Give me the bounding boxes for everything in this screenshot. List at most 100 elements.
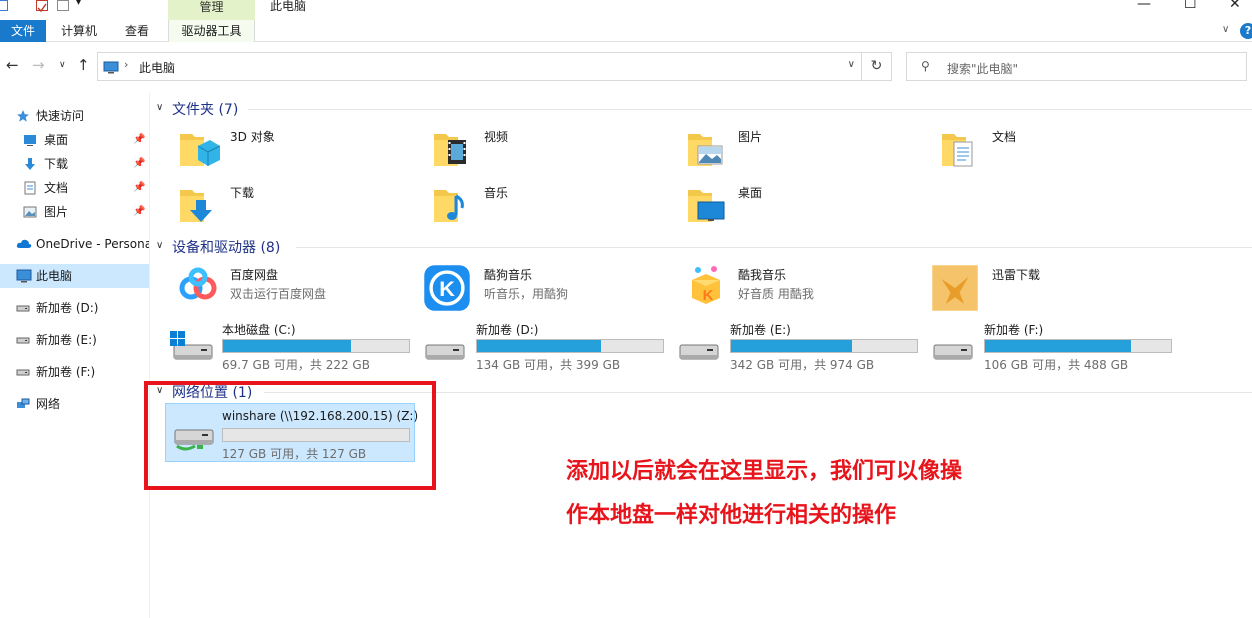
folder-desktop[interactable]: 桌面 (666, 176, 916, 230)
documents-folder-icon (942, 134, 973, 167)
search-icon: ⚲ (921, 59, 930, 73)
tab-drive-tools[interactable]: 驱动器工具 (168, 20, 255, 42)
help-icon[interactable]: ? (1240, 23, 1252, 39)
refresh-button[interactable]: ↻ (862, 52, 892, 81)
picture-icon (23, 206, 37, 218)
desktop-folder-icon (688, 190, 725, 222)
drive-c[interactable]: 本地磁盘 (C:) 69.7 GB 可用，共 222 GB (150, 319, 410, 372)
navigation-pane: 快速访问 桌面 📌 下载 📌 文档 📌 图片 📌 OneDrive - Pers… (0, 92, 150, 618)
sidebar-item-network[interactable]: 网络 (0, 392, 149, 416)
quick-access-properties-icon[interactable] (0, 0, 8, 11)
annotation-text: 添加以后就会在这里显示，我们可以像操 作本地盘一样对他进行相关的操作 (566, 450, 1066, 538)
drive-icon (679, 344, 719, 360)
desktop-icon (24, 135, 36, 146)
sidebar-item-drive-e[interactable]: 新加卷 (E:) (0, 328, 149, 352)
drive-usage-fill (223, 340, 351, 352)
videos-folder-icon (434, 134, 466, 166)
quick-access-new-folder-icon[interactable] (57, 0, 69, 11)
sidebar-item-desktop[interactable]: 桌面 📌 (0, 128, 149, 152)
sidebar-item-this-pc[interactable]: 此电脑 (0, 264, 149, 288)
group-header-label: 文件夹 (7) (172, 102, 239, 118)
manage-contextual-tab[interactable]: 管理 (168, 0, 255, 20)
breadcrumb-separator-icon[interactable]: › (124, 58, 128, 71)
app-kugou-music[interactable]: K 酷狗音乐 听音乐，用酷狗 (412, 258, 662, 312)
up-arrow-icon[interactable]: ↑ (77, 56, 90, 74)
recent-locations-chevron-icon[interactable]: ∨ (59, 60, 66, 70)
folder-music[interactable]: 音乐 (412, 176, 662, 230)
drive-icon (16, 305, 30, 312)
folder-videos[interactable]: 视频 (412, 120, 662, 174)
drive-label: 新加卷 (D:) (476, 323, 539, 337)
sidebar-item-label: 桌面 (44, 133, 69, 147)
pin-icon[interactable]: 📌 (133, 200, 145, 224)
folder-3d-objects[interactable]: 3D 对象 (158, 120, 408, 174)
tab-computer[interactable]: 计算机 (61, 20, 97, 42)
forward-arrow-icon[interactable]: → (32, 56, 45, 74)
back-arrow-icon[interactable]: ← (6, 56, 19, 74)
close-icon[interactable]: ✕ (1229, 0, 1241, 12)
drive-free-space: 69.7 GB 可用，共 222 GB (222, 358, 370, 372)
group-header-folders[interactable]: ∨ 文件夹 (7) (156, 99, 1252, 119)
sidebar-item-drive-f[interactable]: 新加卷 (F:) (0, 360, 149, 384)
xunlei-download-icon (932, 265, 978, 311)
window-title: 此电脑 (270, 0, 307, 13)
quick-access-checkmark-icon[interactable] (36, 0, 48, 13)
tab-view[interactable]: 查看 (125, 20, 149, 42)
sidebar-item-quick-access[interactable]: 快速访问 (0, 104, 149, 128)
address-dropdown-icon[interactable]: ∨ (848, 59, 855, 70)
sidebar-item-label: 新加卷 (F:) (36, 365, 96, 379)
drive-usage-bar (730, 339, 918, 353)
collapse-chevron-icon[interactable]: ∨ (156, 240, 163, 251)
3d-objects-folder-icon (180, 134, 220, 166)
sidebar-item-documents[interactable]: 文档 📌 (0, 176, 149, 200)
tab-file[interactable]: 文件 (0, 20, 46, 42)
folder-pictures[interactable]: 图片 (666, 120, 916, 174)
drive-usage-bar (984, 339, 1172, 353)
annotation-line-1: 添加以后就会在这里显示，我们可以像操 (566, 459, 963, 484)
address-bar[interactable]: › 此电脑 ∨ (97, 52, 862, 81)
baidu-netdisk-icon (179, 267, 217, 300)
navigation-bar: ← → ∨ ↑ › 此电脑 ∨ ↻ ⚲ 搜索"此电脑" (0, 42, 1252, 92)
app-label: 酷我音乐 (738, 268, 787, 282)
collapse-chevron-icon[interactable]: ∨ (156, 102, 163, 113)
pin-icon[interactable]: 📌 (133, 128, 145, 152)
app-xunlei-download[interactable]: 迅雷下载 (920, 258, 1170, 312)
drive-usage-fill (477, 340, 601, 352)
breadcrumb-this-pc[interactable]: 此电脑 (139, 59, 175, 76)
maximize-icon[interactable]: ☐ (1184, 0, 1197, 12)
app-kuwo-music[interactable]: K 酷我音乐 好音质 用酷我 (666, 258, 916, 312)
sidebar-item-downloads[interactable]: 下载 📌 (0, 152, 149, 176)
search-input[interactable]: ⚲ 搜索"此电脑" (906, 52, 1247, 81)
drive-icon (16, 337, 30, 344)
ribbon-tabs: 文件 计算机 查看 驱动器工具 ∨ ? (0, 20, 1252, 42)
pictures-folder-icon (688, 134, 723, 166)
content-pane: ∨ 文件夹 (7) 3D 对象 视频 图片 文档 下载 音乐 桌面 ∨ 设备和驱… (150, 92, 1252, 618)
sidebar-item-label: 新加卷 (D:) (36, 301, 99, 315)
sidebar-item-label: OneDrive - Persona (36, 237, 149, 251)
pin-icon[interactable]: 📌 (133, 176, 145, 200)
sidebar-item-drive-d[interactable]: 新加卷 (D:) (0, 296, 149, 320)
folder-label: 3D 对象 (230, 130, 275, 144)
sidebar-item-label: 图片 (44, 205, 69, 219)
folder-documents[interactable]: 文档 (920, 120, 1170, 174)
drive-label: 新加卷 (E:) (730, 323, 791, 337)
minimize-icon[interactable]: — (1137, 0, 1151, 12)
drive-free-space: 342 GB 可用，共 974 GB (730, 358, 875, 372)
drive-usage-fill (985, 340, 1131, 352)
ribbon-expand-chevron-icon[interactable]: ∨ (1222, 24, 1229, 35)
drive-f[interactable]: 新加卷 (F:) 106 GB 可用，共 488 GB (912, 319, 1172, 372)
app-baidu-netdisk[interactable]: 百度网盘 双击运行百度网盘 (158, 258, 408, 312)
group-header-devices[interactable]: ∨ 设备和驱动器 (8) (156, 237, 1252, 257)
download-icon (25, 158, 35, 170)
sidebar-item-pictures[interactable]: 图片 📌 (0, 200, 149, 224)
drive-free-space: 134 GB 可用，共 399 GB (476, 358, 621, 372)
sidebar-item-onedrive[interactable]: OneDrive - Persona (0, 232, 149, 256)
drive-e[interactable]: 新加卷 (E:) 342 GB 可用，共 974 GB (658, 319, 918, 372)
group-divider (248, 109, 1252, 110)
drive-d[interactable]: 新加卷 (D:) 134 GB 可用，共 399 GB (404, 319, 664, 372)
quick-access-dropdown-icon[interactable]: ▾ (76, 0, 81, 8)
drive-usage-fill (731, 340, 852, 352)
svg-text:K: K (703, 287, 714, 304)
pin-icon[interactable]: 📌 (133, 152, 145, 176)
folder-downloads[interactable]: 下载 (158, 176, 408, 230)
